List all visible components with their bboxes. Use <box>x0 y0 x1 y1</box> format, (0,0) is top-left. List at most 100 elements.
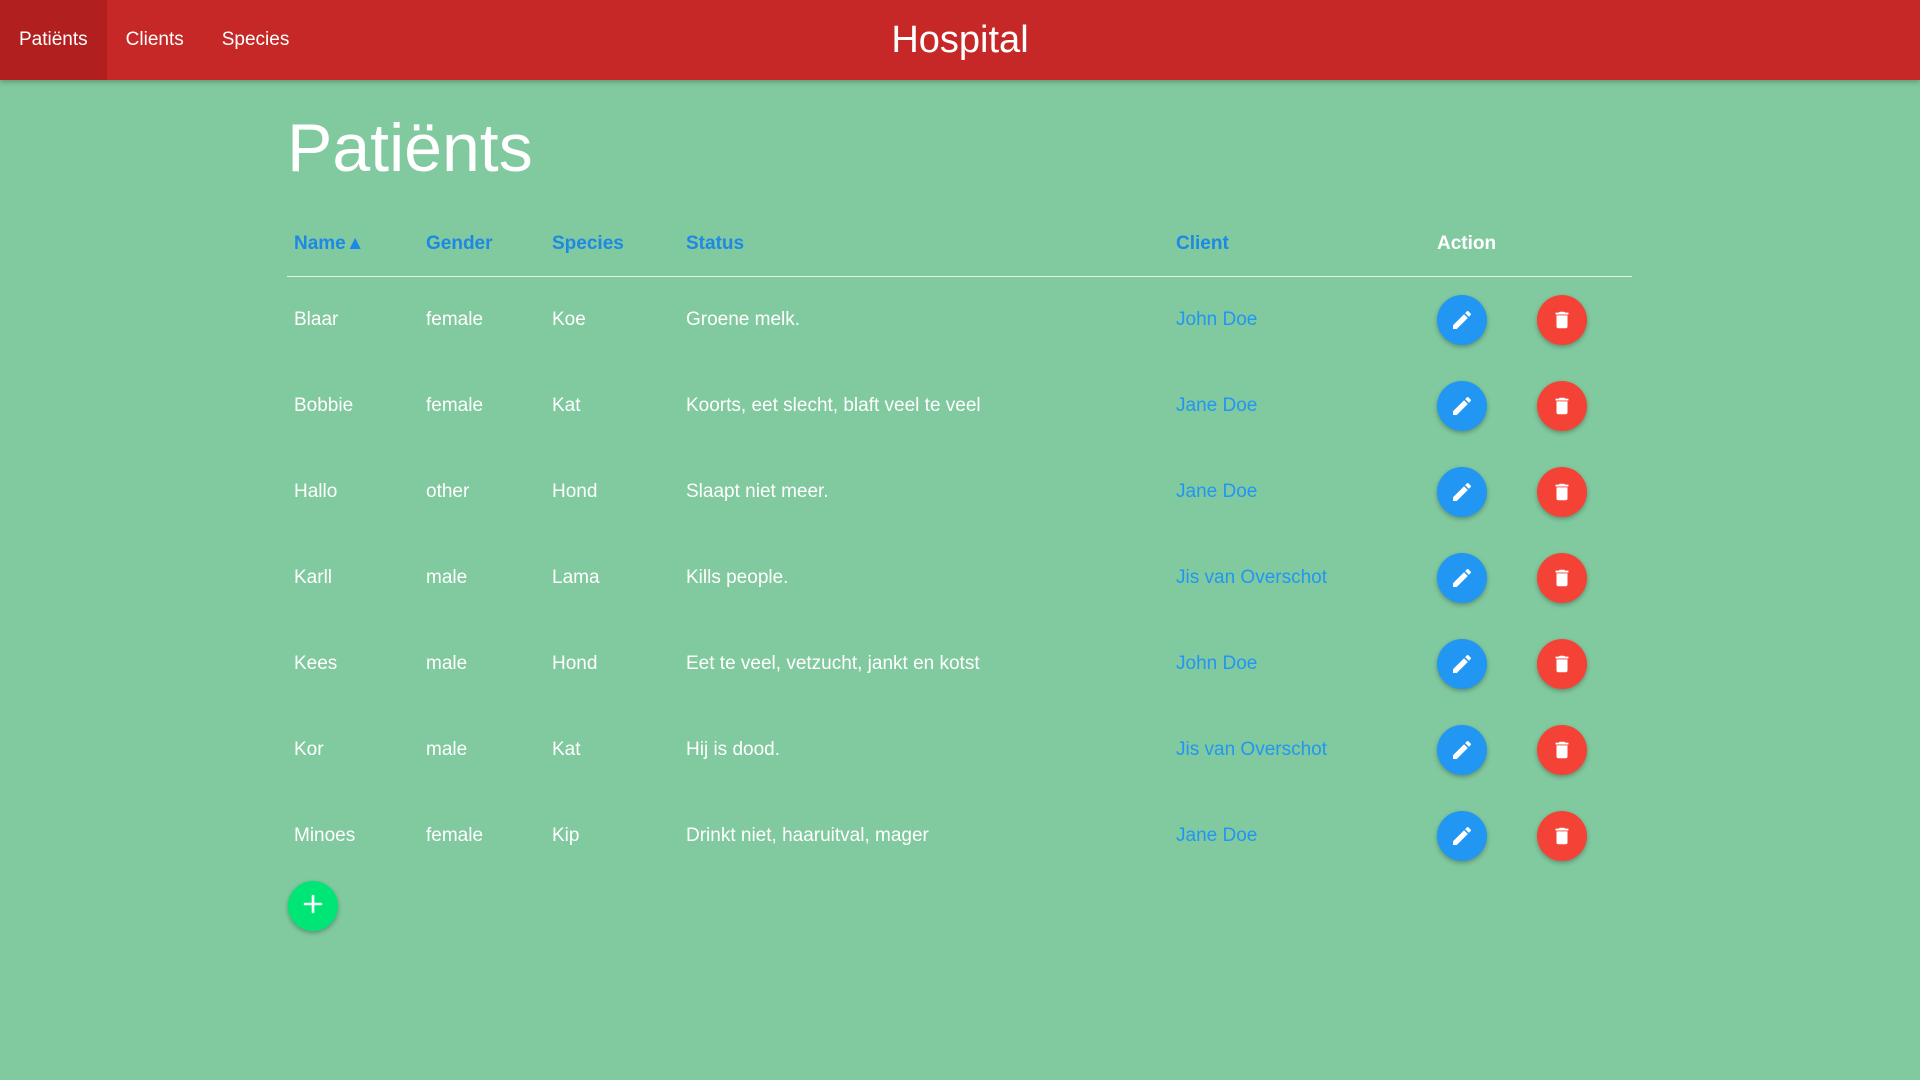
cell-client: Jane Doe <box>1169 363 1430 449</box>
cell-actions <box>1430 363 1632 449</box>
edit-patient-button[interactable] <box>1437 725 1487 775</box>
cell-actions <box>1430 277 1632 364</box>
cell-species: Hond <box>552 481 598 502</box>
cell-client: Jis van Overschot <box>1169 535 1430 621</box>
edit-patient-button[interactable] <box>1437 553 1487 603</box>
edit-patient-button[interactable] <box>1437 381 1487 431</box>
column-header-name[interactable]: Name▲ <box>287 212 419 277</box>
nav-link-species[interactable]: Species <box>203 0 309 80</box>
edit-patient-button[interactable] <box>1437 811 1487 861</box>
table-row: Minoes female Kip Drinkt niet, haaruitval, … <box>287 793 1632 879</box>
cell-gender: female <box>426 825 484 846</box>
pencil-icon <box>1450 566 1474 590</box>
cell-status: Koorts, eet slecht, blaft veel te veel <box>686 395 981 416</box>
trash-icon <box>1551 567 1573 589</box>
delete-patient-button[interactable] <box>1537 811 1587 861</box>
delete-patient-button[interactable] <box>1537 639 1587 689</box>
table-row: Kor male Kat Hij is dood. Jis van Overschot <box>287 707 1632 793</box>
trash-icon <box>1551 653 1573 675</box>
table-row: Kees male Hond Eet te veel, vetzucht, jankt… <box>287 621 1632 707</box>
trash-icon <box>1551 395 1573 417</box>
delete-patient-button[interactable] <box>1537 295 1587 345</box>
row-actions <box>1437 553 1632 603</box>
trash-icon <box>1551 825 1573 847</box>
cell-actions <box>1430 621 1632 707</box>
pencil-icon <box>1450 394 1474 418</box>
row-actions <box>1437 725 1632 775</box>
column-header-species[interactable]: Species <box>545 212 679 277</box>
cell-gender: male <box>426 653 468 674</box>
client-link[interactable]: John Doe <box>1176 309 1257 330</box>
column-header-action: Action <box>1430 212 1632 277</box>
cell-name: Hallo <box>294 481 338 502</box>
trash-icon <box>1551 481 1573 503</box>
cell-actions <box>1430 707 1632 793</box>
column-header-client[interactable]: Client <box>1169 212 1430 277</box>
cell-name: Kor <box>294 739 324 760</box>
cell-actions <box>1430 449 1632 535</box>
table-row: Bobbie female Kat Koorts, eet slecht, blaft… <box>287 363 1632 449</box>
add-patient-button[interactable] <box>288 881 338 931</box>
patients-table-body: Blaar female Koe Groene melk. John Doe Bobbie… <box>287 277 1632 880</box>
nav-link-patients[interactable]: Patiënts <box>0 0 107 80</box>
delete-patient-button[interactable] <box>1537 381 1587 431</box>
cell-client: Jis van Overschot <box>1169 707 1430 793</box>
cell-species: Hond <box>552 653 598 674</box>
column-header-status[interactable]: Status <box>679 212 1169 277</box>
cell-client: Jane Doe <box>1169 793 1430 879</box>
table-header-row: Name▲ Gender Species Status Client Actio… <box>287 212 1632 277</box>
pencil-icon <box>1450 738 1474 762</box>
edit-patient-button[interactable] <box>1437 639 1487 689</box>
cell-gender: male <box>426 739 468 760</box>
edit-patient-button[interactable] <box>1437 467 1487 517</box>
pencil-icon <box>1450 480 1474 504</box>
cell-species: Kat <box>552 395 581 416</box>
nav-link-clients[interactable]: Clients <box>107 0 203 80</box>
table-row: Hallo other Hond Slaapt niet meer. Jane Doe <box>287 449 1632 535</box>
cell-gender: female <box>426 395 484 416</box>
cell-client: John Doe <box>1169 621 1430 707</box>
patients-table: Name▲ Gender Species Status Client Actio… <box>287 212 1632 879</box>
pencil-icon <box>1450 652 1474 676</box>
cell-gender: female <box>426 309 484 330</box>
cell-name: Kees <box>294 653 338 674</box>
cell-species: Lama <box>552 567 600 588</box>
cell-status: Groene melk. <box>686 309 801 330</box>
cell-species: Kip <box>552 825 580 846</box>
client-link[interactable]: Jis van Overschot <box>1176 567 1327 588</box>
row-actions <box>1437 639 1632 689</box>
row-actions <box>1437 811 1632 861</box>
cell-client: John Doe <box>1169 277 1430 364</box>
nav-links: Patiënts Clients Species <box>0 0 308 80</box>
row-actions <box>1437 295 1632 345</box>
cell-name: Karll <box>294 567 333 588</box>
cell-status: Kills people. <box>686 567 789 588</box>
cell-actions <box>1430 535 1632 621</box>
cell-gender: other <box>426 481 470 502</box>
pencil-icon <box>1450 308 1474 332</box>
cell-name: Blaar <box>294 309 339 330</box>
trash-icon <box>1551 309 1573 331</box>
delete-patient-button[interactable] <box>1537 725 1587 775</box>
trash-icon <box>1551 739 1573 761</box>
cell-name: Minoes <box>294 825 356 846</box>
table-row: Blaar female Koe Groene melk. John Doe <box>287 277 1632 364</box>
cell-status: Slaapt niet meer. <box>686 481 829 502</box>
cell-status: Eet te veel, vetzucht, jankt en kotst <box>686 653 980 674</box>
client-link[interactable]: John Doe <box>1176 653 1257 674</box>
delete-patient-button[interactable] <box>1537 553 1587 603</box>
client-link[interactable]: Jane Doe <box>1176 395 1257 416</box>
column-header-gender[interactable]: Gender <box>419 212 545 277</box>
cell-status: Hij is dood. <box>686 739 780 760</box>
client-link[interactable]: Jane Doe <box>1176 481 1257 502</box>
pencil-icon <box>1450 824 1474 848</box>
client-link[interactable]: Jane Doe <box>1176 825 1257 846</box>
client-link[interactable]: Jis van Overschot <box>1176 739 1327 760</box>
cell-species: Kat <box>552 739 581 760</box>
row-actions <box>1437 381 1632 431</box>
cell-species: Koe <box>552 309 586 330</box>
cell-client: Jane Doe <box>1169 449 1430 535</box>
cell-gender: male <box>426 567 468 588</box>
edit-patient-button[interactable] <box>1437 295 1487 345</box>
delete-patient-button[interactable] <box>1537 467 1587 517</box>
